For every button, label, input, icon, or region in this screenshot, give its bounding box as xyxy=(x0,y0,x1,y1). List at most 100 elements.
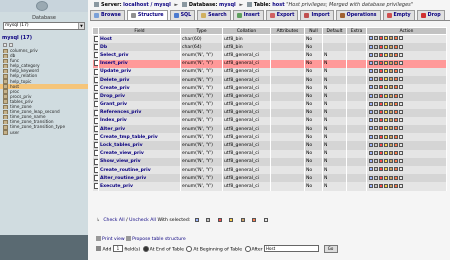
index-icon[interactable] xyxy=(388,126,393,131)
field-cell[interactable]: Execute_priv xyxy=(98,182,181,191)
unique-icon[interactable] xyxy=(393,134,398,139)
table-row[interactable]: Grant_priv enum('N', 'Y') utf8_general_ci N… xyxy=(92,100,447,109)
browse-icon[interactable] xyxy=(368,85,373,90)
row-checkbox[interactable] xyxy=(93,125,98,132)
index-icon[interactable] xyxy=(388,101,393,106)
row-checkbox[interactable] xyxy=(93,68,98,75)
unique-icon[interactable] xyxy=(393,101,398,106)
fulltext-icon[interactable] xyxy=(398,44,403,49)
unique-icon[interactable] xyxy=(393,77,398,82)
edit-icon[interactable] xyxy=(373,167,378,172)
browse-icon[interactable] xyxy=(368,134,373,139)
field-cell[interactable]: Create_tmp_table_priv xyxy=(98,133,181,142)
row-checkbox[interactable] xyxy=(93,93,98,100)
primary-key-icon[interactable] xyxy=(383,142,388,147)
index-icon[interactable] xyxy=(388,150,393,155)
browse-icon[interactable] xyxy=(194,217,199,222)
uncheck-all-link[interactable]: Uncheck All xyxy=(129,218,156,223)
unique-icon[interactable] xyxy=(393,118,398,123)
field-count-input[interactable]: 1 xyxy=(112,245,123,253)
fulltext-icon[interactable] xyxy=(398,77,403,82)
row-checkbox[interactable] xyxy=(93,183,98,190)
drop-icon[interactable] xyxy=(378,85,383,90)
drop-icon[interactable] xyxy=(378,134,383,139)
fulltext-icon[interactable] xyxy=(398,110,403,115)
nav-table-item[interactable]: user xyxy=(0,130,88,135)
fulltext-icon[interactable] xyxy=(398,167,403,172)
drop-icon[interactable] xyxy=(378,44,383,49)
primary-key-icon[interactable] xyxy=(383,60,388,65)
field-cell[interactable]: Drop_priv xyxy=(98,92,181,101)
table-row[interactable]: Execute_priv enum('N', 'Y') utf8_general_c… xyxy=(92,182,447,191)
unique-icon[interactable] xyxy=(393,85,398,90)
primary-key-icon[interactable] xyxy=(383,77,388,82)
field-cell[interactable]: References_priv xyxy=(98,108,181,117)
table-row[interactable]: Create_view_priv enum('N', 'Y') utf8_gener… xyxy=(92,149,447,158)
edit-icon[interactable] xyxy=(373,134,378,139)
primary-key-icon[interactable] xyxy=(383,52,388,57)
row-checkbox[interactable] xyxy=(93,150,98,157)
browse-icon[interactable] xyxy=(368,126,373,131)
field-cell[interactable]: Delete_priv xyxy=(98,75,181,85)
fulltext-icon[interactable] xyxy=(398,126,403,131)
field-cell[interactable]: Create_priv xyxy=(98,84,181,93)
unique-icon[interactable] xyxy=(393,142,398,147)
primary-key-icon[interactable] xyxy=(383,44,388,49)
fulltext-icon[interactable] xyxy=(263,217,268,222)
index-icon[interactable] xyxy=(388,134,393,139)
fulltext-icon[interactable] xyxy=(398,60,403,65)
primary-key-icon[interactable] xyxy=(383,150,388,155)
fulltext-icon[interactable] xyxy=(398,101,403,106)
fulltext-icon[interactable] xyxy=(398,159,403,164)
row-checkbox[interactable] xyxy=(93,175,98,182)
index-icon[interactable] xyxy=(388,85,393,90)
browse-icon[interactable] xyxy=(368,167,373,172)
tab-empty[interactable]: Empty xyxy=(382,10,415,20)
browse-icon[interactable] xyxy=(368,159,373,164)
tab-search[interactable]: Search xyxy=(197,10,231,20)
fulltext-icon[interactable] xyxy=(398,52,403,57)
browse-icon[interactable] xyxy=(368,52,373,57)
browse-icon[interactable] xyxy=(368,69,373,74)
edit-icon[interactable] xyxy=(373,142,378,147)
table-row[interactable]: Show_view_priv enum('N', 'Y') utf8_general… xyxy=(92,157,447,166)
tab-export[interactable]: Export xyxy=(265,10,299,20)
table-row[interactable]: Create_routine_priv enum('N', 'Y') utf8_ge… xyxy=(92,166,447,175)
browse-icon[interactable] xyxy=(368,60,373,65)
tab-sql[interactable]: SQL xyxy=(169,10,196,20)
edit-icon[interactable] xyxy=(373,110,378,115)
drop-icon[interactable] xyxy=(378,36,383,41)
row-checkbox[interactable] xyxy=(93,35,98,42)
field-cell[interactable]: Insert_priv xyxy=(98,59,181,68)
drop-icon[interactable] xyxy=(378,159,383,164)
drop-icon[interactable] xyxy=(378,126,383,131)
fulltext-icon[interactable] xyxy=(398,134,403,139)
primary-key-icon[interactable] xyxy=(383,183,388,188)
tab-structure[interactable]: Structure xyxy=(126,10,168,20)
row-checkbox[interactable] xyxy=(93,166,98,173)
unique-icon[interactable] xyxy=(393,60,398,65)
index-icon[interactable] xyxy=(240,217,245,222)
row-checkbox[interactable] xyxy=(93,101,98,108)
primary-key-icon[interactable] xyxy=(383,110,388,115)
index-icon[interactable] xyxy=(388,142,393,147)
browse-icon[interactable] xyxy=(368,101,373,106)
field-cell[interactable]: Create_routine_priv xyxy=(98,166,181,175)
unique-icon[interactable] xyxy=(393,150,398,155)
field-cell[interactable]: Grant_priv xyxy=(98,100,181,109)
drop-icon[interactable] xyxy=(378,150,383,155)
field-cell[interactable]: Alter_priv xyxy=(98,125,181,134)
field-cell[interactable]: Alter_routine_priv xyxy=(98,174,181,183)
edit-icon[interactable] xyxy=(373,183,378,188)
field-cell[interactable]: Create_view_priv xyxy=(98,149,181,158)
edit-icon[interactable] xyxy=(373,85,378,90)
edit-icon[interactable] xyxy=(373,150,378,155)
table-icon[interactable] xyxy=(3,130,8,135)
table-row[interactable]: Alter_routine_priv enum('N', 'Y') utf8_gen… xyxy=(92,174,447,183)
unique-icon[interactable] xyxy=(393,93,398,98)
primary-key-icon[interactable] xyxy=(383,175,388,180)
edit-icon[interactable] xyxy=(373,36,378,41)
print-view-link[interactable]: Print view xyxy=(102,237,125,242)
edit-icon[interactable] xyxy=(373,60,378,65)
edit-icon[interactable] xyxy=(373,118,378,123)
